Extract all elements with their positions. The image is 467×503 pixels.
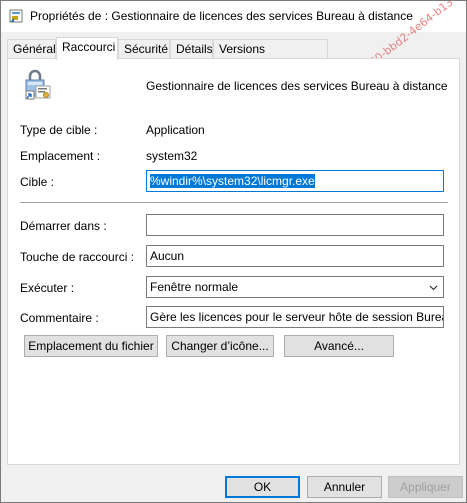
tab-general[interactable]: Général — [7, 39, 56, 58]
tab-strip: Général Raccourci Sécurité Détails Versi… — [7, 37, 462, 75]
target-type-value: Application — [146, 123, 205, 137]
ok-button[interactable]: OK — [225, 476, 300, 498]
shortcut-panel: Gestionnaire de licences des services Bu… — [7, 58, 460, 465]
window-title: Propriétés de : Gestionnaire de licences… — [30, 9, 413, 23]
chevron-down-icon — [429, 285, 438, 291]
start-in-input[interactable] — [146, 214, 444, 236]
apply-button[interactable]: Appliquer — [388, 476, 463, 498]
tab-previous-versions[interactable]: Versions précédentes — [213, 39, 328, 75]
target-input[interactable]: %windir%\system32\licmgr.exe — [146, 170, 444, 192]
divider — [20, 202, 448, 203]
location-label: Emplacement : — [20, 149, 101, 163]
open-file-location-button[interactable]: Emplacement du fichier — [24, 335, 158, 357]
shortcut-key-label: Touche de raccourci : — [20, 250, 135, 264]
tab-details[interactable]: Détails — [170, 39, 213, 58]
tab-shortcut[interactable]: Raccourci — [56, 37, 118, 60]
run-label: Exécuter : — [20, 281, 75, 295]
properties-dialog: Propriétés de : Gestionnaire de licences… — [0, 0, 467, 503]
target-type-label: Type de cible : — [20, 123, 98, 137]
title-bar[interactable]: Propriétés de : Gestionnaire de licences… — [1, 1, 467, 81]
start-in-label: Démarrer dans : — [20, 219, 107, 233]
license-manager-icon — [25, 69, 51, 100]
shortcut-name: Gestionnaire de licences des services Bu… — [146, 79, 448, 93]
advanced-button[interactable]: Avancé... — [284, 335, 394, 357]
cancel-button[interactable]: Annuler — [307, 476, 382, 498]
shortcut-key-input[interactable]: Aucun — [146, 245, 444, 267]
target-label: Cible : — [20, 175, 55, 189]
comment-label: Commentaire : — [20, 311, 99, 325]
location-value: system32 — [146, 149, 198, 163]
tab-security[interactable]: Sécurité — [118, 39, 170, 58]
run-select-value: Fenêtre normale — [150, 280, 239, 294]
change-icon-button[interactable]: Changer d’icône... — [166, 335, 274, 357]
run-select[interactable]: Fenêtre normale — [146, 276, 444, 298]
comment-input[interactable]: Gère les licences pour le serveur hôte d… — [146, 306, 444, 328]
target-input-value: %windir%\system32\licmgr.exe — [150, 174, 315, 188]
shortcut-properties-icon — [9, 9, 23, 23]
